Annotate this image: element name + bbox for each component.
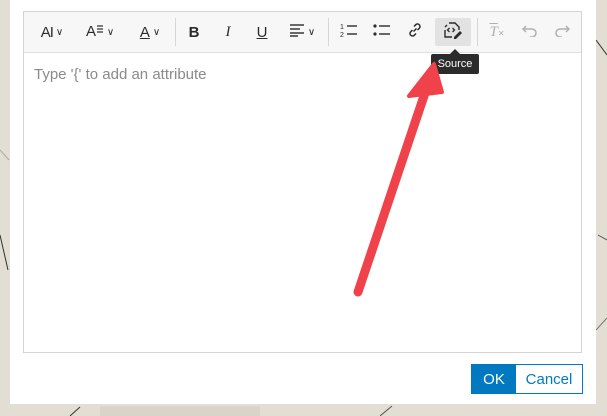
clear-formatting-icon: T✕: [489, 23, 505, 40]
chevron-down-icon: ∨: [307, 26, 316, 38]
text-color-dropdown[interactable]: A ∨: [130, 18, 170, 46]
chevron-down-icon: ∨: [152, 26, 161, 38]
undo-icon: [521, 23, 538, 41]
undo-button[interactable]: [518, 18, 542, 46]
map-background-right: [596, 0, 607, 416]
text-color-icon: A: [139, 23, 150, 41]
underline-icon: U: [256, 23, 268, 41]
source-code-icon: [443, 21, 463, 43]
redo-icon: [554, 23, 571, 41]
redo-button[interactable]: [550, 18, 574, 46]
italic-button[interactable]: I: [216, 18, 240, 46]
bold-button[interactable]: B: [182, 18, 206, 46]
italic-icon: I: [225, 23, 231, 40]
line-height-icon: A: [86, 22, 104, 42]
cancel-button[interactable]: Cancel: [515, 364, 583, 394]
numbered-list-icon: 1 2: [340, 22, 358, 42]
link-button[interactable]: [402, 18, 428, 46]
ok-button[interactable]: OK: [471, 364, 517, 394]
text-editor-dialog: AI ∨ A ∨ A ∨ B I U ∨ 1 2 T✕ Type '{' to …: [10, 0, 596, 404]
source-button[interactable]: [435, 18, 471, 46]
editor-toolbar: AI ∨ A ∨ A ∨ B I U ∨ 1 2 T✕: [24, 12, 581, 53]
svg-text:2: 2: [340, 32, 344, 38]
toolbar-divider: [328, 18, 329, 46]
underline-button[interactable]: U: [250, 18, 274, 46]
map-background-bottom: [0, 404, 607, 416]
svg-text:A: A: [86, 23, 96, 38]
font-size-icon: AI: [40, 23, 54, 41]
editor-content-placeholder[interactable]: Type '{' to add an attribute: [34, 66, 207, 83]
bullet-list-button[interactable]: [369, 18, 395, 46]
numbered-list-button[interactable]: 1 2: [336, 18, 362, 46]
link-icon: [407, 22, 423, 42]
rich-text-editor: AI ∨ A ∨ A ∨ B I U ∨ 1 2 T✕ Type '{' to …: [23, 11, 582, 353]
bold-icon: B: [188, 23, 200, 41]
chevron-down-icon: ∨: [106, 26, 115, 38]
map-background-left: [0, 0, 10, 416]
svg-text:1: 1: [340, 24, 344, 31]
chevron-down-icon: ∨: [55, 26, 64, 38]
font-size-dropdown[interactable]: AI ∨: [32, 18, 72, 46]
bullet-list-icon: [373, 23, 391, 41]
toolbar-divider: [175, 18, 176, 46]
clear-formatting-button[interactable]: T✕: [484, 18, 510, 46]
toolbar-divider: [477, 18, 478, 46]
line-height-dropdown[interactable]: A ∨: [80, 18, 120, 46]
source-tooltip: Source: [431, 49, 479, 74]
align-left-icon: [289, 23, 305, 41]
alignment-dropdown[interactable]: ∨: [282, 18, 322, 46]
